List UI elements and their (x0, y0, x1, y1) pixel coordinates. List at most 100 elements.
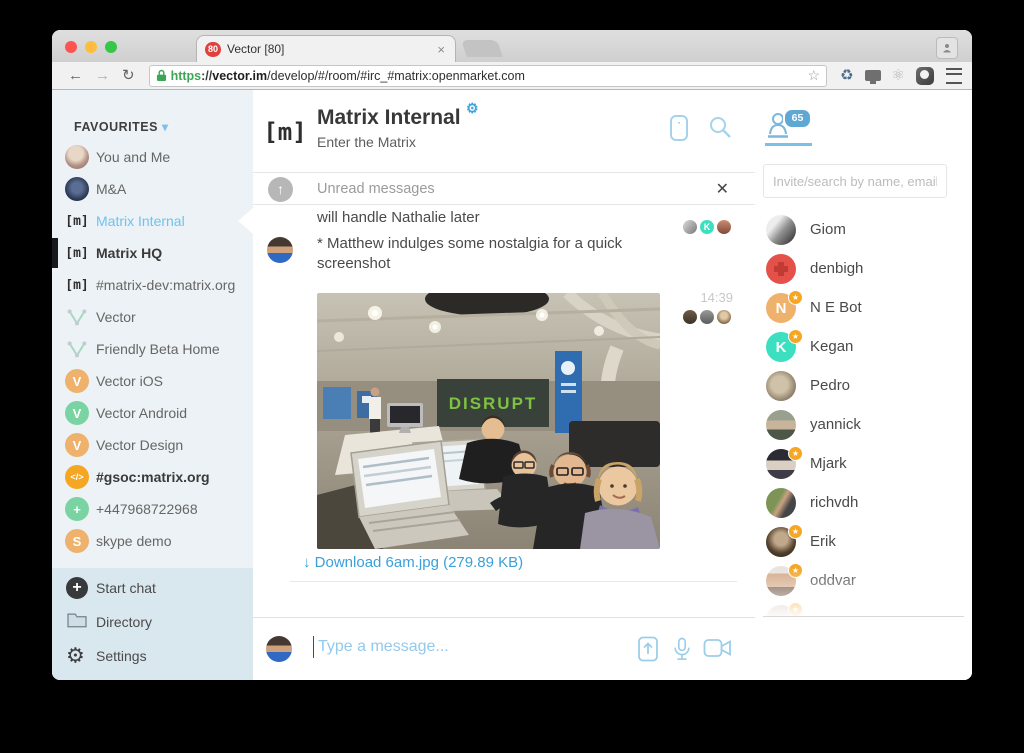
member-row-ne-bot[interactable]: N ★ N E Bot (766, 293, 961, 325)
search-icon[interactable] (707, 114, 733, 145)
directory-button[interactable]: Directory (52, 605, 253, 639)
matrix-logo-icon: [m] (65, 209, 89, 233)
member-name: Pedro (810, 377, 850, 394)
emote-message-text: * Matthew indulges some nostalgia for a … (317, 234, 667, 275)
member-row-kegan[interactable]: K ★ Kegan (766, 332, 961, 364)
reload-button[interactable]: ↻ (122, 68, 135, 83)
action-label: Start chat (96, 580, 156, 596)
room-label: Vector Android (96, 405, 187, 421)
member-row-richvdh[interactable]: richvdh (766, 488, 961, 520)
room-label: Matrix Internal (96, 213, 185, 229)
room-settings-gear-icon[interactable]: ⚙ (466, 100, 479, 117)
recycle-extension-icon[interactable]: ♻ (840, 68, 853, 83)
letter-avatar: V (65, 401, 89, 425)
vector-logo-icon (65, 305, 89, 329)
member-row-mjark[interactable]: ★ Mjark (766, 449, 961, 481)
forward-button[interactable]: → (95, 68, 110, 83)
desktop: 80 Vector [80] × ← → ↻ https://vector. (0, 0, 1024, 753)
settings-button[interactable]: ⚙ Settings (52, 639, 253, 673)
member-row-pedro[interactable]: Pedro (766, 371, 961, 403)
sender-avatar[interactable] (267, 237, 293, 263)
hackathon-photo: DISRUPT (317, 293, 660, 549)
text-caret (313, 636, 314, 658)
browser-profile-button[interactable] (936, 37, 958, 59)
room-topic: Enter the Matrix (317, 134, 416, 150)
room-label: Vector iOS (96, 373, 163, 389)
browser-menu-icon[interactable] (946, 68, 962, 84)
message-input[interactable]: Type a message... (318, 638, 449, 656)
jump-to-unread-button[interactable]: ↑ (268, 177, 293, 202)
url-separator: :// (201, 69, 212, 83)
sidebar-item-matrix-internal[interactable]: [m] Matrix Internal (52, 205, 253, 237)
download-link[interactable]: ↓ Download 6am.jpg (279.89 KB) (303, 554, 523, 571)
sidebar-item-vector-design[interactable]: V Vector Design (52, 429, 253, 461)
start-chat-button[interactable]: + Start chat (52, 571, 253, 605)
action-label: Directory (96, 614, 152, 630)
room-label: skype demo (96, 533, 171, 549)
attached-image[interactable]: DISRUPT (317, 293, 660, 549)
browser-toolbar: ← → ↻ https://vector.im/develop/#/room/#… (52, 62, 972, 90)
sidebar-item-gsoc[interactable]: </> #gsoc:matrix.org (52, 461, 253, 493)
power-level-star-icon: ★ (788, 290, 803, 305)
folder-icon (66, 611, 88, 634)
selected-room-notch (238, 208, 253, 234)
sidebar-item-m-and-a[interactable]: M&A (52, 173, 253, 205)
sidebar-item-vector-android[interactable]: V Vector Android (52, 397, 253, 429)
read-receipt-avatar (717, 220, 731, 234)
room-label: Vector (96, 309, 136, 325)
room-label: Friendly Beta Home (96, 341, 220, 357)
sidebar-item-matrix-dev[interactable]: [m] #matrix-dev:matrix.org (52, 269, 253, 301)
member-name: N E Bot (810, 299, 862, 316)
window-close-button[interactable] (65, 41, 77, 53)
power-level-star-icon: ★ (788, 446, 803, 461)
back-button[interactable]: ← (68, 68, 83, 83)
message-composer: Type a message... (253, 617, 755, 680)
new-tab-button[interactable] (461, 40, 503, 57)
member-row-denbigh[interactable]: denbigh (766, 254, 961, 286)
person-icon (941, 42, 953, 54)
letter-avatar: S (65, 529, 89, 553)
sidebar-item-you-and-me[interactable]: You and Me (52, 141, 253, 173)
room-header-avatar[interactable]: [m] (265, 112, 305, 152)
sidebar-item-vector[interactable]: Vector (52, 301, 253, 333)
read-receipt-avatar (717, 310, 731, 324)
matrix-logo-icon: [m] (65, 241, 89, 265)
react-extension-icon[interactable]: ⚛ (892, 68, 905, 83)
member-row-yannick[interactable]: yannick (766, 410, 961, 442)
sidebar-item-phone-number[interactable]: + +447968722968 (52, 493, 253, 525)
sidebar-item-skype-demo[interactable]: S skype demo (52, 525, 253, 557)
address-bar[interactable]: https://vector.im/develop/#/room/#irc_#m… (149, 65, 828, 87)
bookmark-star-icon[interactable]: ☆ (808, 67, 821, 84)
video-call-icon[interactable] (703, 636, 733, 665)
member-name: denbigh (810, 260, 863, 277)
close-icon[interactable]: ✕ (716, 179, 729, 199)
window-minimize-button[interactable] (85, 41, 97, 53)
sidebar-item-vector-ios[interactable]: V Vector iOS (52, 365, 253, 397)
gsoc-icon: </> (65, 465, 89, 489)
upload-file-icon[interactable] (637, 636, 659, 667)
tab-favicon-badge: 80 (205, 42, 221, 57)
browser-tab[interactable]: 80 Vector [80] × (196, 35, 456, 62)
browser-window: 80 Vector [80] × ← → ↻ https://vector. (52, 30, 972, 680)
sidebar-item-matrix-hq[interactable]: [m] Matrix HQ (52, 237, 253, 269)
matrix-logo-icon: [m] (65, 273, 89, 297)
member-row-erik[interactable]: ★ Erik (766, 527, 961, 559)
favourites-header[interactable]: FAVOURITES▾ (74, 120, 168, 134)
timeline-divider (290, 581, 737, 582)
read-receipt-avatar (683, 310, 697, 324)
url-path: /develop/#/room/#irc_#matrix:openmarket.… (267, 69, 525, 83)
window-zoom-button[interactable] (105, 41, 117, 53)
room-label: #gsoc:matrix.org (96, 469, 210, 485)
sidebar-item-friendly-beta-home[interactable]: Friendly Beta Home (52, 333, 253, 365)
room-label: M&A (96, 181, 126, 197)
files-icon[interactable] (669, 114, 689, 147)
voice-call-icon[interactable] (671, 636, 693, 668)
member-avatar (766, 371, 796, 401)
read-receipt-avatar: K (700, 220, 714, 234)
monitor-extension-icon[interactable] (865, 70, 881, 81)
read-receipts (680, 308, 731, 326)
tab-close-icon[interactable]: × (435, 42, 447, 57)
member-row-giom[interactable]: Giom (766, 215, 961, 247)
dark-extension-icon[interactable] (916, 67, 934, 85)
letter-avatar: + (65, 497, 89, 521)
